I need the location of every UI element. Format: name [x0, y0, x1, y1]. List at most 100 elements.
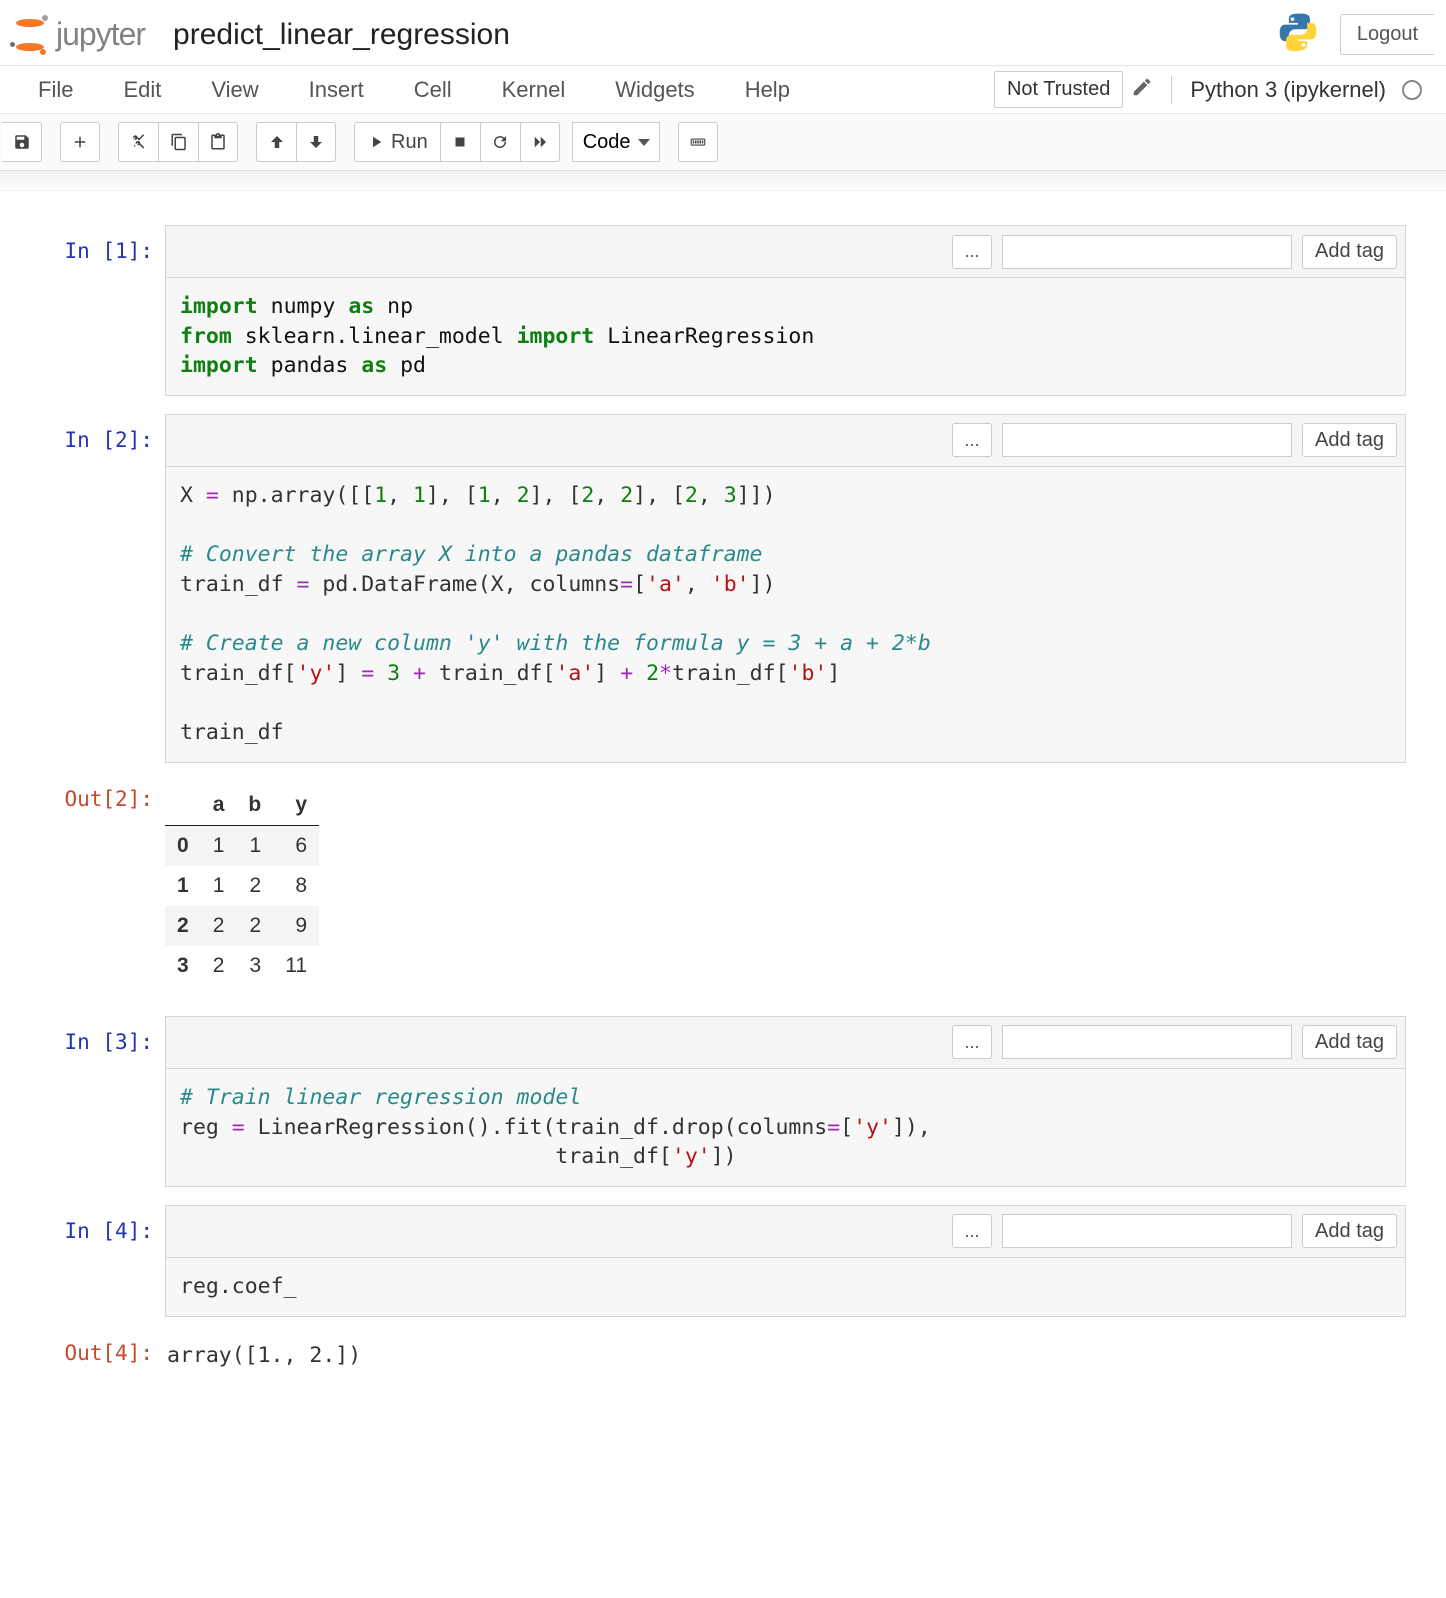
- move-down-button[interactable]: [296, 122, 336, 162]
- add-tag-button[interactable]: Add tag: [1302, 235, 1397, 269]
- df-cell: 1: [201, 866, 237, 906]
- notebook-title[interactable]: predict_linear_regression: [173, 18, 510, 52]
- tag-ellipsis-button[interactable]: ...: [952, 235, 992, 269]
- df-cell: 2: [236, 906, 273, 946]
- tag-ellipsis-button[interactable]: ...: [952, 1214, 992, 1248]
- menu-view[interactable]: View: [197, 67, 272, 113]
- menu-kernel[interactable]: Kernel: [488, 67, 580, 113]
- table-row: 2 2 2 9: [165, 906, 319, 946]
- tag-input[interactable]: [1002, 235, 1292, 269]
- df-cell: 6: [273, 825, 319, 866]
- menu-insert[interactable]: Insert: [295, 67, 378, 113]
- clipboard-group: [118, 122, 238, 162]
- code-input[interactable]: import numpy as np from sklearn.linear_m…: [165, 277, 1406, 396]
- output-cell: Out[2]: a b y 0 1 1 6 1: [0, 781, 1406, 986]
- out-prompt: Out[2]:: [0, 781, 165, 986]
- out-prompt: Out[4]:: [0, 1335, 165, 1368]
- in-prompt: In [2]:: [0, 414, 165, 763]
- code-cell[interactable]: In [3]: ... Add tag # Train linear regre…: [0, 1016, 1406, 1187]
- cut-button[interactable]: [118, 122, 158, 162]
- table-row: 0 1 1 6: [165, 825, 319, 866]
- add-tag-button[interactable]: Add tag: [1302, 423, 1397, 457]
- insert-cell-button[interactable]: [60, 122, 100, 162]
- save-button[interactable]: [2, 122, 42, 162]
- run-label: Run: [391, 131, 428, 154]
- menu-cell[interactable]: Cell: [400, 67, 466, 113]
- pencil-icon[interactable]: [1131, 76, 1153, 103]
- brand-text: jupyter: [56, 16, 145, 53]
- tag-input[interactable]: [1002, 1025, 1292, 1059]
- menu-help[interactable]: Help: [731, 67, 804, 113]
- cell-type-wrapper: Code: [572, 122, 660, 162]
- code-input[interactable]: X = np.array([[1, 1], [1, 2], [2, 2], [2…: [165, 466, 1406, 763]
- df-col-header: y: [273, 785, 319, 826]
- dataframe-table: a b y 0 1 1 6 1 1 2 8: [165, 785, 319, 986]
- tag-ellipsis-button[interactable]: ...: [952, 423, 992, 457]
- run-button[interactable]: Run: [354, 122, 440, 162]
- df-cell: 3: [236, 946, 273, 986]
- df-corner: [165, 785, 201, 826]
- tag-ellipsis-button[interactable]: ...: [952, 1025, 992, 1059]
- trust-indicator[interactable]: Not Trusted: [994, 71, 1123, 108]
- menu-file[interactable]: File: [24, 67, 87, 113]
- restart-button[interactable]: [480, 122, 520, 162]
- copy-button[interactable]: [158, 122, 198, 162]
- in-prompt: In [4]:: [0, 1205, 165, 1317]
- kernel-status-icon: [1402, 80, 1422, 100]
- move-up-button[interactable]: [256, 122, 296, 162]
- table-row: 3 2 3 11: [165, 946, 319, 986]
- cell-type-select[interactable]: Code: [572, 122, 660, 162]
- toolbar: Run Code: [0, 114, 1446, 171]
- header-bar: jupyter predict_linear_regression Logout: [0, 0, 1446, 66]
- jupyter-logo[interactable]: jupyter: [12, 16, 145, 53]
- df-cell: 1: [201, 825, 237, 866]
- command-palette-button[interactable]: [678, 122, 718, 162]
- code-cell[interactable]: In [1]: ... Add tag import numpy as np f…: [0, 225, 1406, 396]
- cell-tagbar: ... Add tag: [165, 1016, 1406, 1068]
- df-index: 1: [165, 866, 201, 906]
- toolbar-shadow: [0, 171, 1446, 191]
- kernel-name[interactable]: Python 3 (ipykernel): [1190, 77, 1386, 103]
- notebook-container: In [1]: ... Add tag import numpy as np f…: [0, 191, 1446, 1406]
- in-prompt: In [1]:: [0, 225, 165, 396]
- df-cell: 2: [201, 906, 237, 946]
- code-input[interactable]: reg.coef_: [165, 1257, 1406, 1317]
- paste-button[interactable]: [198, 122, 238, 162]
- cell-tagbar: ... Add tag: [165, 414, 1406, 466]
- tag-input[interactable]: [1002, 1214, 1292, 1248]
- interrupt-button[interactable]: [440, 122, 480, 162]
- code-input[interactable]: # Train linear regression model reg = Li…: [165, 1068, 1406, 1187]
- jupyter-logo-icon: [12, 17, 48, 53]
- df-cell: 2: [236, 866, 273, 906]
- logout-button[interactable]: Logout: [1340, 14, 1434, 55]
- code-cell[interactable]: In [2]: ... Add tag X = np.array([[1, 1]…: [0, 414, 1406, 763]
- in-prompt: In [3]:: [0, 1016, 165, 1187]
- tag-input[interactable]: [1002, 423, 1292, 457]
- output-cell: Out[4]: array([1., 2.]): [0, 1335, 1406, 1368]
- code-cell[interactable]: In [4]: ... Add tag reg.coef_: [0, 1205, 1406, 1317]
- text-output: array([1., 2.]): [165, 1335, 1406, 1368]
- menubar: File Edit View Insert Cell Kernel Widget…: [0, 66, 1446, 114]
- table-row: 1 1 2 8: [165, 866, 319, 906]
- menu-edit[interactable]: Edit: [109, 67, 175, 113]
- df-cell: 1: [236, 825, 273, 866]
- cell-tagbar: ... Add tag: [165, 1205, 1406, 1257]
- df-cell: 8: [273, 866, 319, 906]
- df-index: 3: [165, 946, 201, 986]
- df-index: 2: [165, 906, 201, 946]
- add-tag-button[interactable]: Add tag: [1302, 1025, 1397, 1059]
- df-cell: 11: [273, 946, 319, 986]
- df-index: 0: [165, 825, 201, 866]
- run-group: Run: [354, 122, 560, 162]
- restart-run-all-button[interactable]: [520, 122, 560, 162]
- df-cell: 2: [201, 946, 237, 986]
- df-col-header: b: [236, 785, 273, 826]
- python-icon: [1276, 10, 1320, 59]
- add-tag-button[interactable]: Add tag: [1302, 1214, 1397, 1248]
- divider: [1171, 76, 1172, 104]
- cell-tagbar: ... Add tag: [165, 225, 1406, 277]
- df-col-header: a: [201, 785, 237, 826]
- df-cell: 9: [273, 906, 319, 946]
- menu-widgets[interactable]: Widgets: [601, 67, 708, 113]
- move-group: [256, 122, 336, 162]
